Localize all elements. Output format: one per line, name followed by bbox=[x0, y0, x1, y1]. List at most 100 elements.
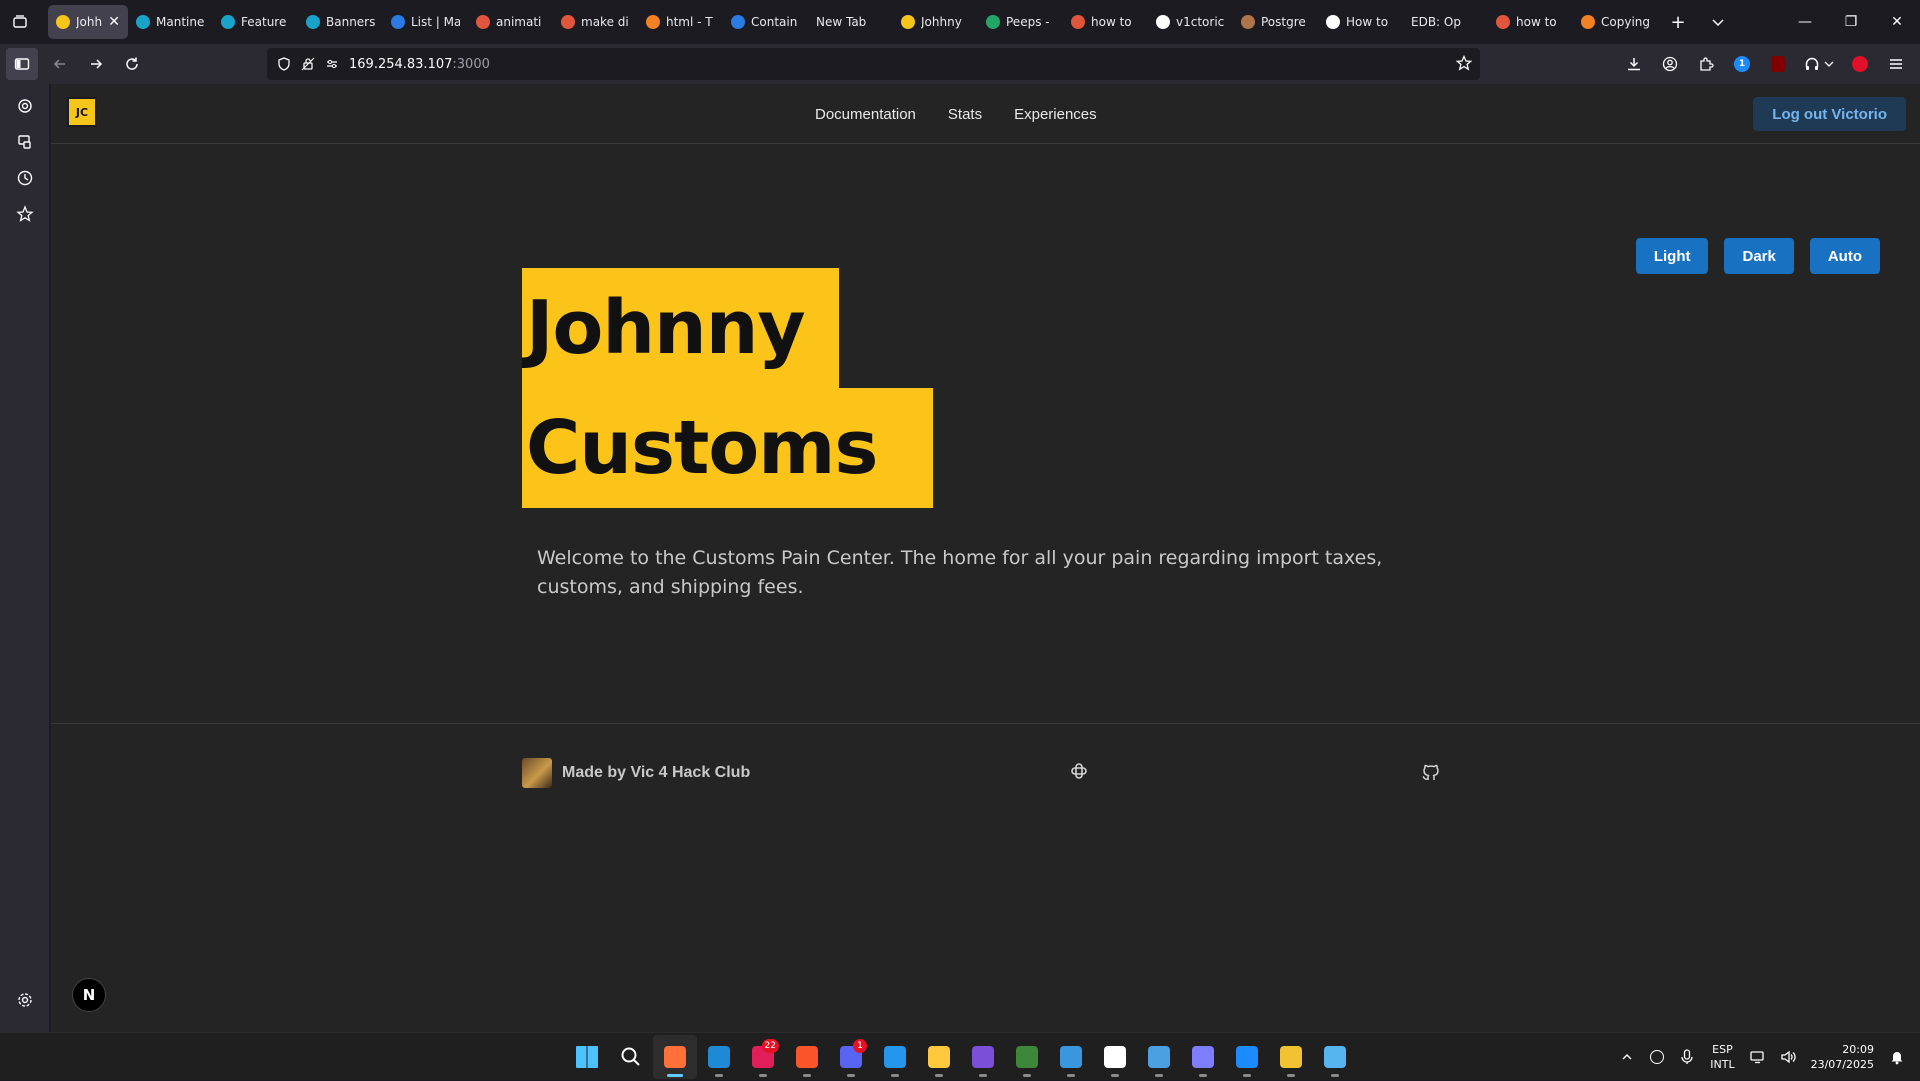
browser-tab[interactable]: make di bbox=[553, 5, 638, 39]
star-icon bbox=[16, 205, 34, 222]
browser-tab[interactable]: List | Ma bbox=[383, 5, 468, 39]
taskbar-docker[interactable] bbox=[873, 1035, 917, 1079]
browser-tab[interactable]: v1ctoric bbox=[1148, 5, 1233, 39]
browser-tab[interactable]: how to bbox=[1063, 5, 1148, 39]
slack-link[interactable] bbox=[1069, 761, 1089, 785]
bell-icon bbox=[1891, 1052, 1903, 1065]
taskbar-slack[interactable]: 22 bbox=[741, 1035, 785, 1079]
sidebar-history[interactable] bbox=[9, 162, 41, 194]
close-window-button[interactable]: ✕ bbox=[1874, 0, 1920, 44]
tab-strip: Johh ✕ Mantine Feature Banners List | Ma anima… bbox=[0, 0, 1920, 44]
browser-tab[interactable]: Postgre bbox=[1233, 5, 1318, 39]
app-menu-button[interactable] bbox=[1878, 48, 1914, 80]
browser-tab[interactable]: Feature bbox=[213, 5, 298, 39]
slack-icon bbox=[1071, 763, 1087, 779]
taskbar-1password[interactable] bbox=[1225, 1035, 1269, 1079]
site-header: JC Documentation Stats Experiences Log out… bbox=[51, 84, 1920, 144]
nextjs-dev-indicator[interactable]: N bbox=[72, 978, 106, 1012]
github-link[interactable] bbox=[1421, 762, 1441, 786]
tab-overview-button[interactable] bbox=[0, 0, 40, 44]
taskbar-obsidian-like[interactable] bbox=[1181, 1035, 1225, 1079]
taskbar-paint[interactable] bbox=[1049, 1035, 1093, 1079]
ublock-extension-button[interactable] bbox=[1760, 48, 1796, 80]
sidebar-toggle-button[interactable] bbox=[6, 48, 38, 80]
taskbar-windows-start[interactable] bbox=[565, 1035, 609, 1079]
navigation-toolbar: 169.254.83.107:3000 1 bbox=[0, 44, 1920, 84]
reload-button[interactable] bbox=[114, 48, 150, 80]
taskbar-vscode[interactable] bbox=[697, 1035, 741, 1079]
input-language[interactable]: ESP INTL bbox=[1702, 1042, 1742, 1072]
running-indicator bbox=[1243, 1074, 1251, 1077]
new-tab-button[interactable]: + bbox=[1658, 0, 1698, 44]
permissions-icon[interactable] bbox=[325, 57, 339, 71]
bookmark-star-icon[interactable] bbox=[1456, 55, 1472, 71]
tab-label: Johhny bbox=[921, 15, 962, 29]
taskbar-datagrip[interactable] bbox=[961, 1035, 1005, 1079]
site-nav-link[interactable]: Experiences bbox=[998, 106, 1113, 123]
taskbar-firefox[interactable] bbox=[653, 1035, 697, 1079]
taskbar-brave[interactable] bbox=[785, 1035, 829, 1079]
site-logo[interactable]: JC bbox=[67, 97, 97, 127]
taskbar-file-explorer[interactable] bbox=[917, 1035, 961, 1079]
browser-tab[interactable]: Contain bbox=[723, 5, 808, 39]
tab-favicon-icon bbox=[646, 15, 660, 29]
show-hidden-icons-button[interactable] bbox=[1612, 1037, 1642, 1077]
site-nav-link[interactable]: Documentation bbox=[799, 106, 932, 123]
sidebar-ai-chatbot[interactable] bbox=[9, 90, 41, 122]
browser-tab[interactable]: Johhny bbox=[893, 5, 978, 39]
tray-volume[interactable] bbox=[1773, 1037, 1803, 1077]
browser-tab[interactable]: Mantine bbox=[128, 5, 213, 39]
account-button[interactable] bbox=[1652, 48, 1688, 80]
browser-tab[interactable]: Copying bbox=[1573, 5, 1658, 39]
headphones-icon bbox=[1805, 57, 1819, 70]
site-nav-link[interactable]: Stats bbox=[932, 106, 998, 123]
theme-dark-button[interactable]: Dark bbox=[1724, 238, 1794, 274]
extensions-button[interactable] bbox=[1688, 48, 1724, 80]
browser-tab[interactable]: How to bbox=[1318, 5, 1403, 39]
theme-auto-button[interactable]: Auto bbox=[1809, 238, 1880, 274]
taskbar-notepad[interactable] bbox=[1313, 1035, 1357, 1079]
tab-close-icon[interactable]: ✕ bbox=[108, 14, 120, 30]
taskbar-maps-globe[interactable] bbox=[1137, 1035, 1181, 1079]
taskbar-discord[interactable]: 1 bbox=[829, 1035, 873, 1079]
browser-tab[interactable]: New Tab bbox=[808, 5, 893, 39]
browser-tab[interactable]: how to bbox=[1488, 5, 1573, 39]
browser-tab[interactable]: Banners bbox=[298, 5, 383, 39]
clock[interactable]: 20:09 23/07/2025 bbox=[1803, 1042, 1882, 1072]
minimize-icon: — bbox=[1798, 14, 1812, 30]
shield-icon[interactable] bbox=[277, 57, 291, 71]
notifications-button[interactable] bbox=[1882, 1037, 1912, 1077]
password-manager-extension-button[interactable]: 1 bbox=[1724, 48, 1760, 80]
url-text[interactable]: 169.254.83.107:3000 bbox=[349, 57, 490, 72]
taskbar-microsoft-store[interactable] bbox=[1093, 1035, 1137, 1079]
tray-1password[interactable] bbox=[1642, 1037, 1672, 1077]
minimize-button[interactable]: — bbox=[1782, 0, 1828, 44]
taskbar-search[interactable] bbox=[609, 1035, 653, 1079]
back-button[interactable] bbox=[42, 48, 78, 80]
browser-tab[interactable]: Johh ✕ bbox=[48, 5, 128, 39]
tray-network[interactable] bbox=[1743, 1037, 1773, 1077]
browser-tab[interactable]: animati bbox=[468, 5, 553, 39]
running-indicator bbox=[1199, 1074, 1207, 1077]
url-bar[interactable]: 169.254.83.107:3000 bbox=[267, 48, 1480, 80]
logout-button[interactable]: Log out Victorio bbox=[1753, 97, 1906, 131]
sidebar-customize[interactable] bbox=[9, 984, 41, 1016]
theme-light-button[interactable]: Light bbox=[1635, 238, 1709, 274]
node-icon bbox=[1016, 1046, 1038, 1068]
youtube-extension-button[interactable] bbox=[1842, 48, 1878, 80]
browser-tab[interactable]: EDB: Op bbox=[1403, 5, 1488, 39]
browser-tab[interactable]: Peeps - bbox=[978, 5, 1063, 39]
browser-tab[interactable]: html - T bbox=[638, 5, 723, 39]
running-indicator bbox=[1067, 1074, 1075, 1077]
restore-button[interactable]: ❐ bbox=[1828, 0, 1874, 44]
sidebar-bookmarks[interactable] bbox=[9, 198, 41, 230]
taskbar-node[interactable] bbox=[1005, 1035, 1049, 1079]
tray-microphone[interactable] bbox=[1672, 1037, 1702, 1077]
sidebar-synced-tabs[interactable] bbox=[9, 126, 41, 158]
downloads-button[interactable] bbox=[1616, 48, 1652, 80]
insecure-lock-icon[interactable] bbox=[301, 57, 315, 71]
list-all-tabs-button[interactable] bbox=[1698, 0, 1738, 44]
taskbar-git[interactable] bbox=[1269, 1035, 1313, 1079]
headphones-extension-button[interactable] bbox=[1796, 48, 1842, 80]
forward-button[interactable] bbox=[78, 48, 114, 80]
